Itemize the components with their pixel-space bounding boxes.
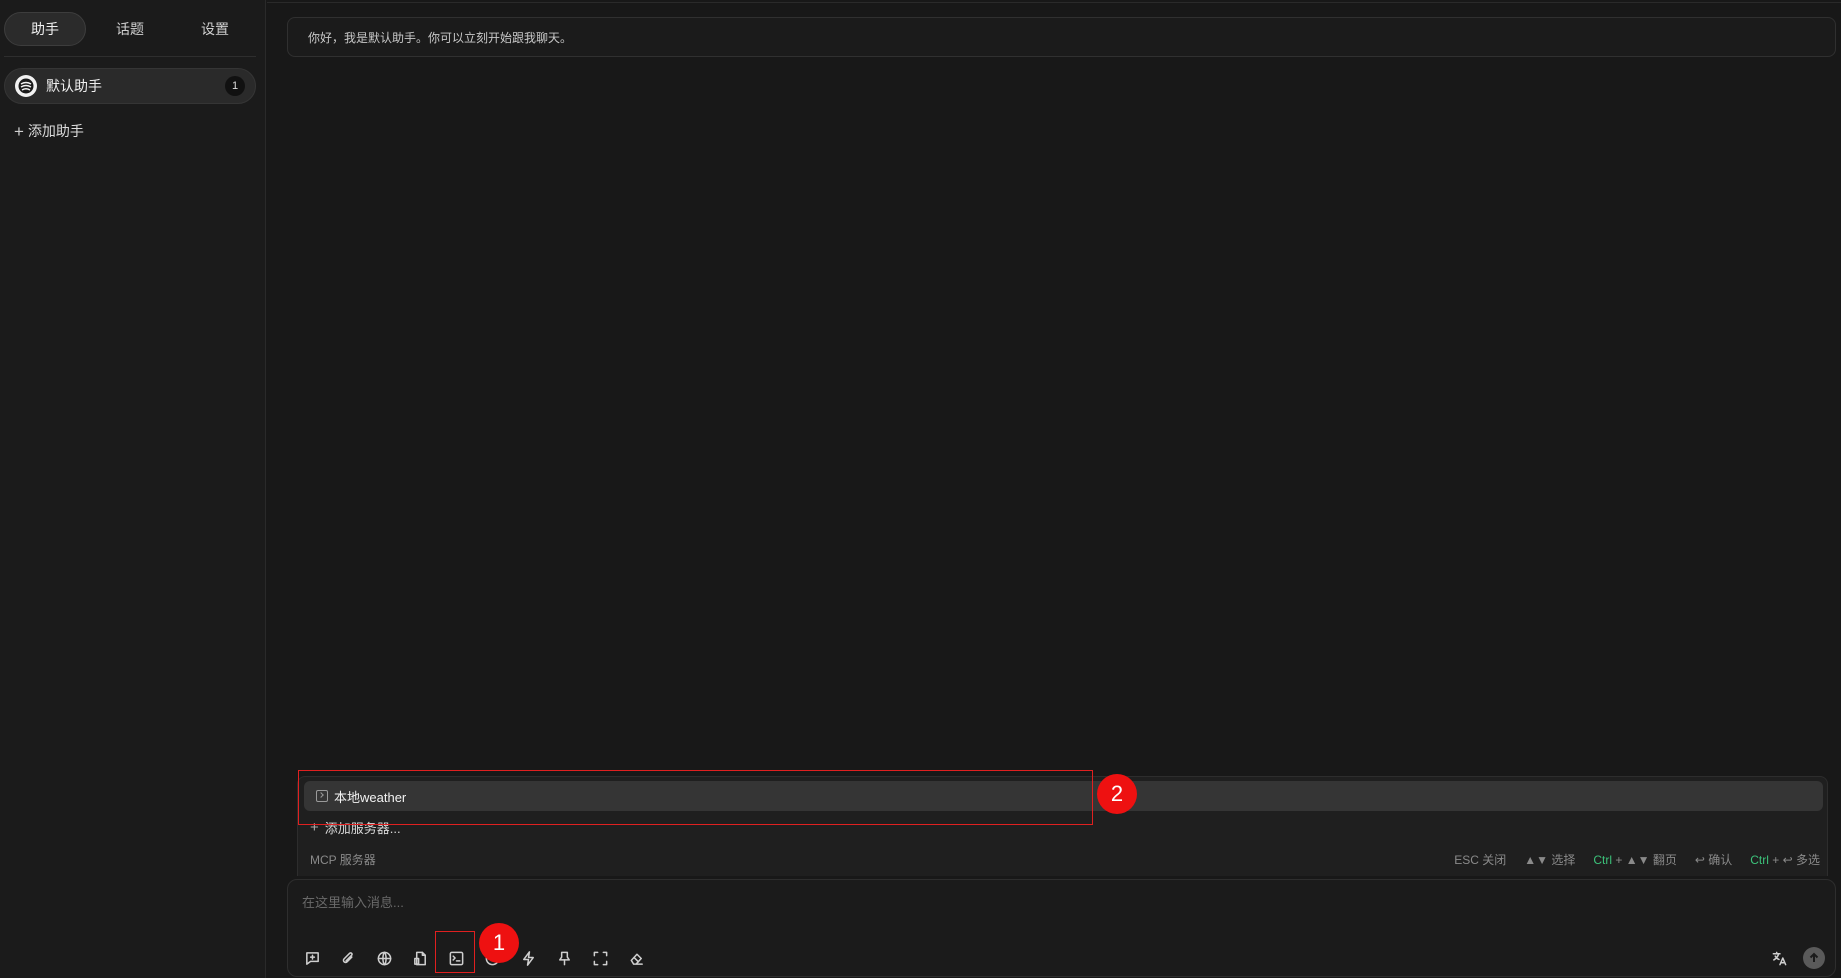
assistant-avatar-icon <box>15 75 37 97</box>
terminal-icon <box>316 790 328 802</box>
annotation-badge-2: 2 <box>1097 774 1137 814</box>
annotation-badge-1: 1 <box>479 923 519 963</box>
quick-phrase-icon[interactable] <box>516 946 540 970</box>
hint-page-key: Ctrl <box>1593 852 1613 867</box>
plus-icon: + <box>14 121 24 141</box>
assistant-topic-count-badge: 1 <box>225 76 245 96</box>
add-assistant-button[interactable]: + 添加助手 <box>14 120 84 142</box>
hint-multi-key: Ctrl <box>1750 852 1769 867</box>
tabs-divider <box>4 56 256 57</box>
message-input-box <box>287 879 1836 977</box>
pin-icon[interactable] <box>552 946 576 970</box>
arrow-up-icon <box>1809 952 1819 962</box>
add-mcp-server-button[interactable]: + 添加服务器... <box>310 817 401 837</box>
plus-icon: + <box>310 818 319 836</box>
add-assistant-label: 添加助手 <box>27 123 84 139</box>
tab-settings[interactable]: 设置 <box>174 12 256 46</box>
hint-confirm: ↩ 确认 <box>1694 852 1733 867</box>
attachment-icon[interactable] <box>336 946 360 970</box>
hint-page-text: ▲▼ 翻页 <box>1625 852 1677 867</box>
hint-multi-plus: + <box>1772 852 1780 867</box>
mcp-server-label: 本地weather <box>334 789 407 805</box>
globe-icon[interactable] <box>372 946 396 970</box>
hint-multi-text: ↩ 多选 <box>1782 852 1820 867</box>
hint-multi-select: Ctrl + ↩ 多选 <box>1750 851 1820 868</box>
keyboard-hints: ESC 关闭 ▲▼ 选择 Ctrl + ▲▼ 翻页 ↩ 确认 Ctrl + ↩ … <box>1454 851 1820 868</box>
knowledge-file-icon[interactable] <box>408 946 432 970</box>
mcp-terminal-icon[interactable] <box>444 946 468 970</box>
top-divider <box>267 2 1841 3</box>
mcp-popup-footer: MCP 服务器 ESC 关闭 ▲▼ 选择 Ctrl + ▲▼ 翻页 ↩ 确认 C… <box>310 851 1820 867</box>
assistant-item-default[interactable]: 默认助手 1 <box>4 68 256 104</box>
hint-esc-close: ESC 关闭 <box>1454 852 1507 867</box>
hint-page: Ctrl + ▲▼ 翻页 <box>1593 851 1676 868</box>
mcp-footer-title: MCP 服务器 <box>310 852 376 867</box>
send-button[interactable] <box>1803 947 1825 969</box>
welcome-text: 你好，我是默认助手。你可以立刻开始跟我聊天。 <box>308 30 573 45</box>
hint-page-plus: + <box>1615 852 1623 867</box>
sidebar: 助手 话题 设置 默认助手 1 + 添加助手 <box>0 0 266 978</box>
new-topic-icon[interactable] <box>300 946 324 970</box>
sidebar-tabs: 助手 话题 设置 <box>4 12 256 46</box>
input-right-tools <box>1767 946 1825 970</box>
welcome-message: 你好，我是默认助手。你可以立刻开始跟我聊天。 <box>287 17 1836 57</box>
assistant-label: 默认助手 <box>46 78 102 94</box>
mcp-server-item-local-weather[interactable]: 本地weather <box>304 781 1823 811</box>
tab-topics[interactable]: 话题 <box>89 12 171 46</box>
translate-icon[interactable] <box>1767 946 1791 970</box>
message-input[interactable] <box>302 890 1802 914</box>
add-mcp-server-label: 添加服务器... <box>324 820 401 836</box>
mcp-server-popup: 本地weather + 添加服务器... MCP 服务器 ESC 关闭 ▲▼ 选… <box>297 776 1828 876</box>
clear-icon[interactable] <box>624 946 648 970</box>
expand-icon[interactable] <box>588 946 612 970</box>
hint-select: ▲▼ 选择 <box>1524 852 1576 867</box>
tab-assistants[interactable]: 助手 <box>4 12 86 46</box>
input-toolbar <box>300 946 648 970</box>
